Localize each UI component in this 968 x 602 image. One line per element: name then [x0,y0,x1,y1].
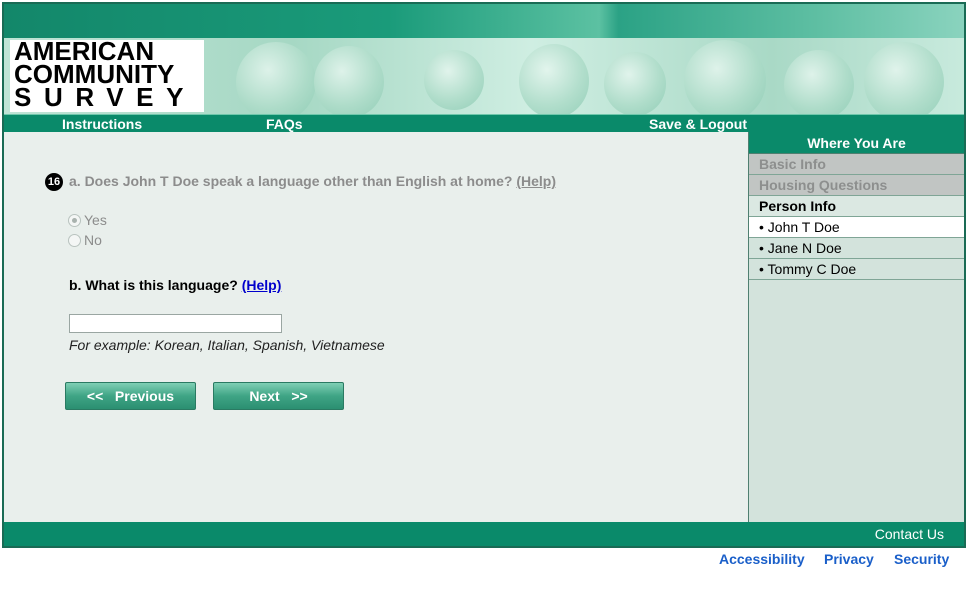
nav-instructions[interactable]: Instructions [62,116,142,132]
question-number-badge: 16 [45,173,63,191]
logo-line: SURVEY [14,82,197,112]
option-no-row[interactable]: No [68,232,102,248]
sidebar-item-tommy-c-doe[interactable]: • Tommy C Doe [749,259,964,280]
next-button[interactable]: Next >> [213,382,344,410]
yes-radio[interactable] [68,213,81,227]
yes-label: Yes [84,212,107,228]
top-band [4,4,964,38]
question-b-label: b. What is this language? [69,277,238,293]
security-link[interactable]: Security [894,551,949,567]
sidebar-item-housing-questions: Housing Questions [749,175,964,196]
option-yes-row[interactable]: Yes [68,212,107,228]
language-input[interactable] [69,314,282,333]
footer-bar: Contact Us [4,522,964,546]
acs-logo: AMERICAN COMMUNITY SURVEY [10,38,204,112]
language-example-text: For example: Korean, Italian, Spanish, V… [69,337,385,353]
header-banner: AMERICAN COMMUNITY SURVEY [4,38,964,114]
banner-photo-face [314,46,384,114]
help-link-b[interactable]: (Help) [242,277,282,293]
nav-save-logout[interactable]: Save & Logout [649,116,747,132]
where-you-are-sidebar: Where You Are Basic Info Housing Questio… [748,132,964,522]
banner-photo-face [236,42,316,114]
no-radio[interactable] [68,233,81,247]
question-a-text: a. Does John T Doe speak a language othe… [69,173,556,189]
no-label: No [84,232,102,248]
help-link-a[interactable]: (Help) [516,173,556,189]
sidebar-item-john-t-doe[interactable]: • John T Doe [749,217,964,238]
previous-button[interactable]: << Previous [65,382,196,410]
nav-bar: Instructions FAQs Save & Logout [4,114,964,132]
contact-us-link[interactable]: Contact Us [875,526,944,542]
question-a-label: a. Does John T Doe speak a language othe… [69,173,513,189]
nav-faqs[interactable]: FAQs [266,116,303,132]
banner-photo-face [424,50,484,110]
sidebar-item-jane-n-doe[interactable]: • Jane N Doe [749,238,964,259]
sidebar-item-person-info: Person Info [749,196,964,217]
question-panel: 16 a. Does John T Doe speak a language o… [4,132,748,522]
banner-photo-face [864,42,944,114]
accessibility-link[interactable]: Accessibility [719,551,805,567]
banner-photo-face [784,50,854,114]
banner-photo-face [684,40,766,114]
survey-frame: AMERICAN COMMUNITY SURVEY Instructions F… [2,2,966,548]
banner-photo-face [519,44,589,114]
privacy-link[interactable]: Privacy [824,551,874,567]
sidebar-title: Where You Are [749,132,964,154]
sidebar-item-basic-info: Basic Info [749,154,964,175]
banner-photo-face [604,52,666,114]
question-b-text: b. What is this language? (Help) [69,277,281,293]
